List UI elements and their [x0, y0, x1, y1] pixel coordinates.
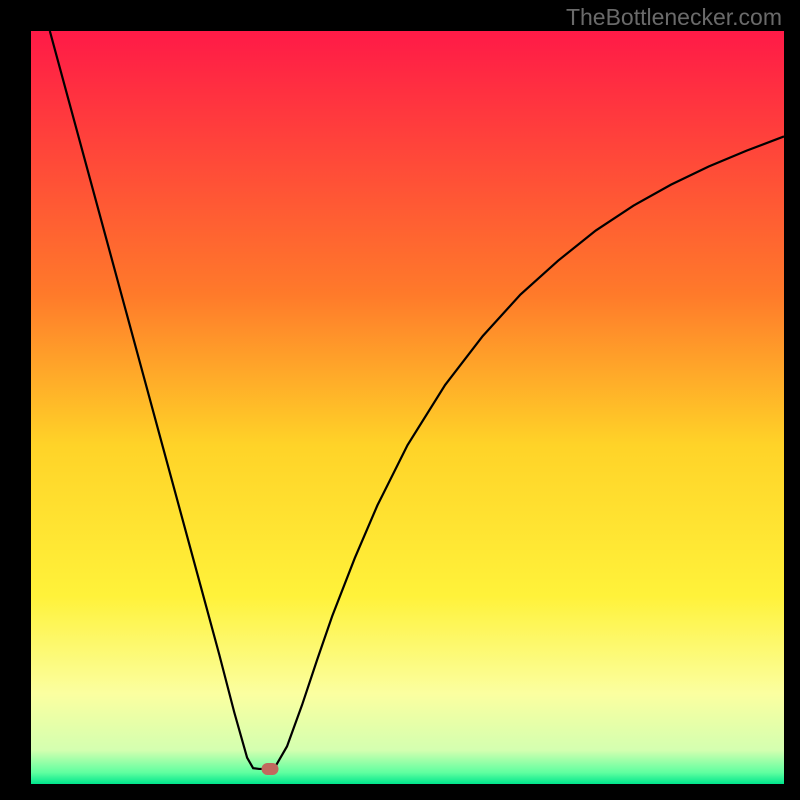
watermark-text: TheBottlenecker.com — [566, 4, 782, 31]
chart-plot-area — [31, 31, 784, 784]
chart-marker-dot — [262, 763, 279, 775]
chart-curve — [31, 31, 784, 784]
